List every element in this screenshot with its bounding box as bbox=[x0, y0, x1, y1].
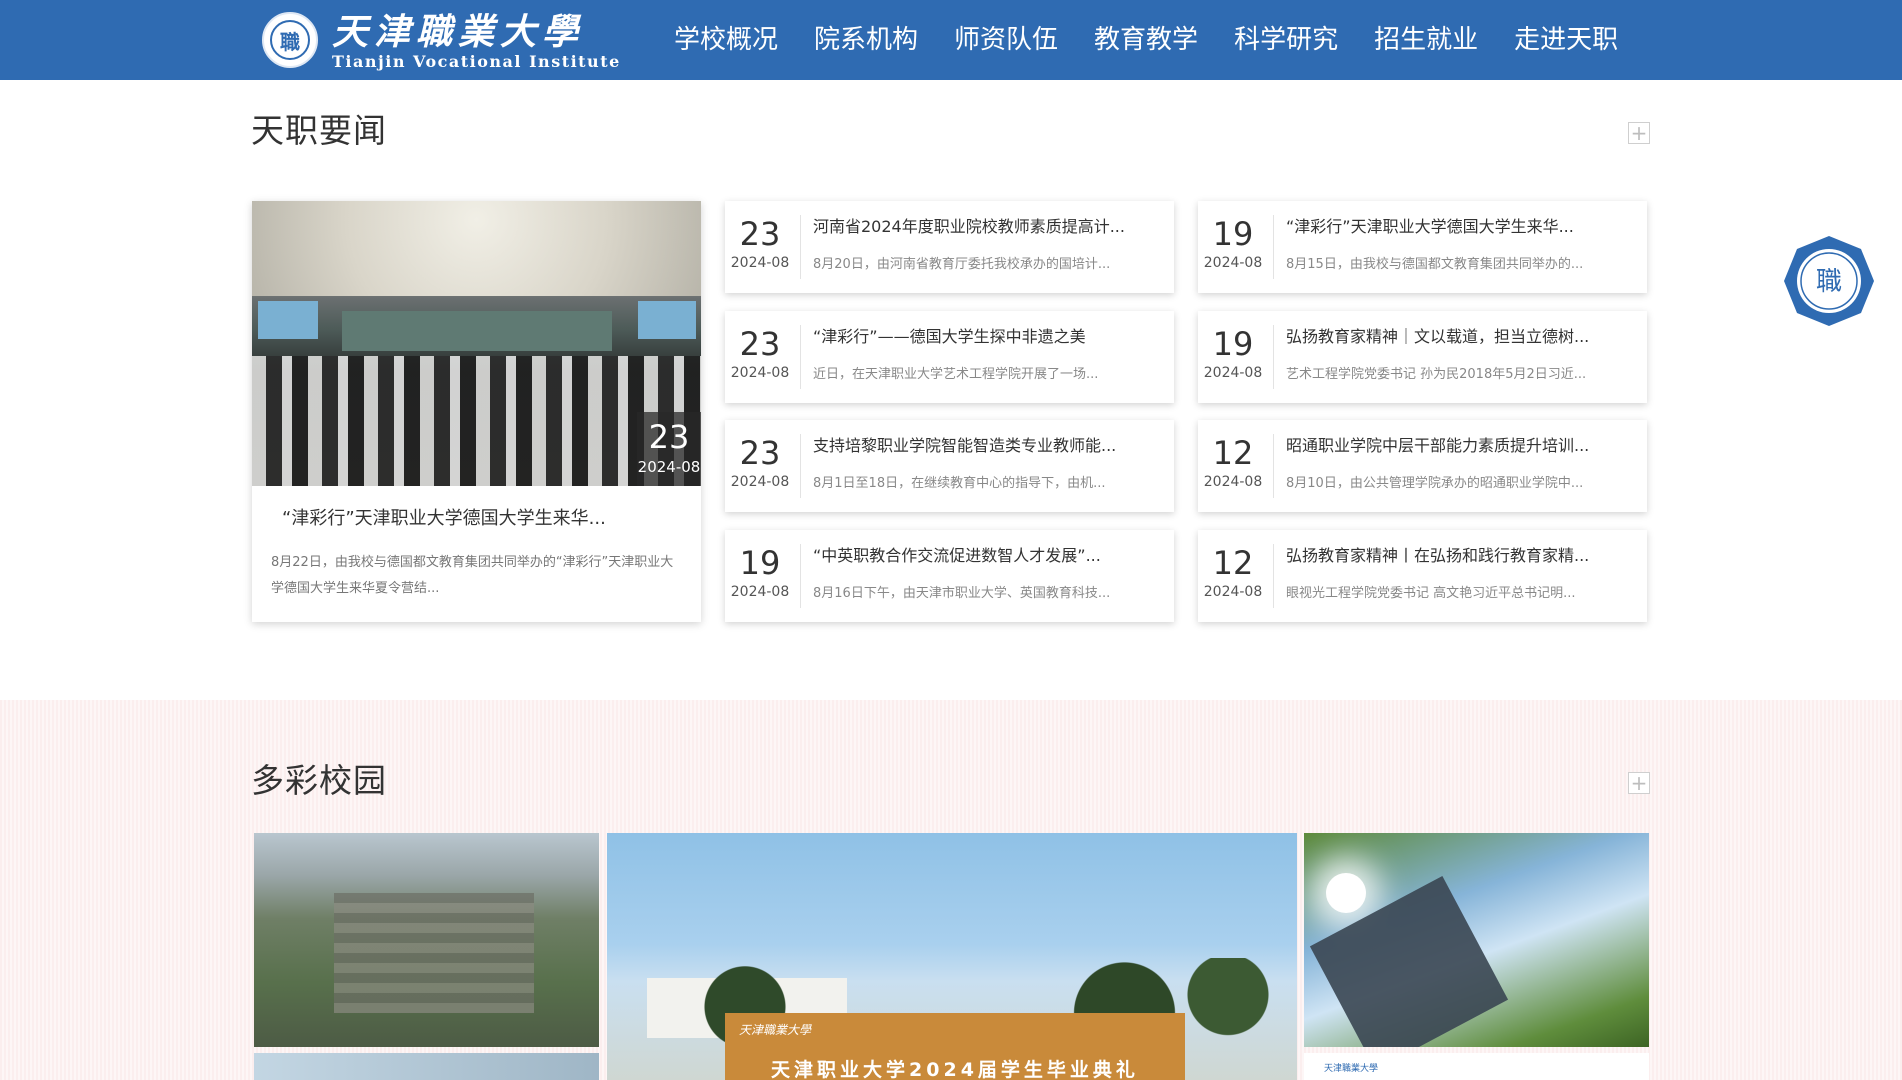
news-item[interactable]: 19 2024-08 “津彩行”天津职业大学德国大学生来华... 8月15日，由我… bbox=[1198, 201, 1647, 293]
news-more-button[interactable]: + bbox=[1628, 122, 1650, 144]
news-day: 19 bbox=[1212, 215, 1254, 253]
featured-news-summary: 8月22日，由我校与德国都文教育集团共同举办的“津彩行”天津职业大学德国大学生来… bbox=[271, 555, 674, 596]
logo-seal-icon: 職 bbox=[262, 12, 318, 68]
news-title[interactable]: 弘扬教育家精神｜文以载道，担当立德树... bbox=[1286, 323, 1636, 347]
featured-day: 23 bbox=[648, 418, 690, 456]
news-item[interactable]: 23 2024-08 “津彩行”——德国大学生探中非遗之美 近日，在天津职业大学艺… bbox=[725, 311, 1174, 403]
news-summary: 8月16日下午，由天津市职业大学、英国教育科技... bbox=[813, 586, 1111, 601]
news-day: 12 bbox=[1212, 434, 1254, 472]
news-item[interactable]: 19 2024-08 弘扬教育家精神｜文以载道，担当立德树... 艺术工程学院党委… bbox=[1198, 311, 1647, 403]
nav-item-departments[interactable]: 院系机构 bbox=[796, 0, 936, 80]
news-item[interactable]: 23 2024-08 支持培黎职业学院智能智造类专业教师能... 8月1日至18日… bbox=[725, 420, 1174, 512]
news-item[interactable]: 19 2024-08 “中英职教合作交流促进数智人才发展”... 8月16日下午，… bbox=[725, 530, 1174, 622]
logo-chinese-name: 天津職業大學 bbox=[332, 11, 585, 53]
school-seal-icon: 職 bbox=[1784, 236, 1874, 326]
featured-news-title[interactable]: “津彩行”天津职业大学德国大学生来华... bbox=[282, 504, 682, 530]
news-month: 2024-08 bbox=[730, 255, 790, 271]
site-header: 職 天津職業大學 Tianjin Vocational Institute 学校… bbox=[0, 0, 1902, 80]
news-summary: 8月10日，由公共管理学院承办的昭通职业学院中... bbox=[1286, 476, 1584, 491]
news-summary: 8月1日至18日，在继续教育中心的指导下，由机... bbox=[813, 476, 1106, 491]
news-day: 23 bbox=[739, 325, 781, 363]
logo-seal-char: 職 bbox=[270, 20, 310, 60]
graduation-banner-title: 天津职业大学2024届学生毕业典礼 bbox=[771, 1059, 1139, 1080]
news-summary: 近日，在天津职业大学艺术工程学院开展了一场... bbox=[813, 367, 1099, 382]
floating-school-badge[interactable]: 職 bbox=[1782, 234, 1876, 328]
campus-more-button[interactable]: + bbox=[1628, 772, 1650, 794]
featured-month: 2024-08 bbox=[637, 458, 701, 476]
featured-date-badge: 23 2024-08 bbox=[637, 412, 701, 486]
float-badge-char: 職 bbox=[1816, 267, 1842, 297]
news-title[interactable]: “中英职教合作交流促进数智人才发展”... bbox=[813, 542, 1163, 566]
news-month: 2024-08 bbox=[1203, 474, 1263, 490]
news-item[interactable]: 12 2024-08 弘扬教育家精神丨在弘扬和践行教育家精... 眼视光工程学院党… bbox=[1198, 530, 1647, 622]
graduation-banner: 天津職業大學 天津职业大学2024届学生毕业典礼 bbox=[725, 1013, 1185, 1080]
campus-section-title: 多彩校园 bbox=[251, 761, 387, 800]
campus-photo-flag[interactable] bbox=[1304, 833, 1649, 1047]
news-day: 19 bbox=[1212, 325, 1254, 363]
graduation-banner-script: 天津職業大學 bbox=[739, 1023, 812, 1037]
news-summary: 眼视光工程学院党委书记 高文艳习近平总书记明... bbox=[1286, 586, 1576, 601]
news-month: 2024-08 bbox=[1203, 365, 1263, 381]
logo-english-name: Tianjin Vocational Institute bbox=[332, 52, 621, 71]
news-day: 23 bbox=[739, 215, 781, 253]
campus-photo-aerial[interactable] bbox=[254, 833, 599, 1047]
nav-item-admissions[interactable]: 招生就业 bbox=[1356, 0, 1496, 80]
nav-item-explore[interactable]: 走进天职 bbox=[1496, 0, 1636, 80]
news-month: 2024-08 bbox=[1203, 584, 1263, 600]
caption-logo: 天津職業大學 bbox=[1324, 1064, 1379, 1074]
featured-news-photo: 23 2024-08 bbox=[252, 201, 701, 486]
nav-item-faculty[interactable]: 师资队伍 bbox=[936, 0, 1076, 80]
news-day: 23 bbox=[739, 434, 781, 472]
news-item[interactable]: 23 2024-08 河南省2024年度职业院校教师素质提高计... 8月20日，… bbox=[725, 201, 1174, 293]
news-section-title: 天职要闻 bbox=[251, 111, 387, 150]
news-title[interactable]: 弘扬教育家精神丨在弘扬和践行教育家精... bbox=[1286, 542, 1636, 566]
news-summary: 8月20日，由河南省教育厅委托我校承办的国培计... bbox=[813, 257, 1111, 272]
news-month: 2024-08 bbox=[1203, 255, 1263, 271]
news-month: 2024-08 bbox=[730, 584, 790, 600]
campus-photo-graduation[interactable]: 天津職業大學 天津职业大学2024届学生毕业典礼 bbox=[607, 833, 1297, 1080]
news-day: 12 bbox=[1212, 544, 1254, 582]
news-month: 2024-08 bbox=[730, 365, 790, 381]
news-day: 19 bbox=[739, 544, 781, 582]
main-nav: 学校概况 院系机构 师资队伍 教育教学 科学研究 招生就业 走进天职 bbox=[656, 0, 1636, 80]
featured-news-card[interactable]: 23 2024-08 “津彩行”天津职业大学德国大学生来华... 8月22日，由… bbox=[252, 201, 701, 622]
news-summary: 艺术工程学院党委书记 孙为民2018年5月2日习近... bbox=[1286, 367, 1587, 382]
nav-item-about[interactable]: 学校概况 bbox=[656, 0, 796, 80]
campus-photo-caption: 天津職業大學 bbox=[1304, 1053, 1649, 1080]
campus-photo-small[interactable] bbox=[254, 1053, 599, 1080]
nav-item-education[interactable]: 教育教学 bbox=[1076, 0, 1216, 80]
news-title[interactable]: 支持培黎职业学院智能智造类专业教师能... bbox=[813, 432, 1163, 456]
news-title[interactable]: “津彩行”天津职业大学德国大学生来华... bbox=[1286, 213, 1636, 237]
news-item[interactable]: 12 2024-08 昭通职业学院中层干部能力素质提升培训... 8月10日，由公… bbox=[1198, 420, 1647, 512]
news-title[interactable]: 河南省2024年度职业院校教师素质提高计... bbox=[813, 213, 1163, 237]
news-month: 2024-08 bbox=[730, 474, 790, 490]
site-logo[interactable]: 職 天津職業大學 Tianjin Vocational Institute bbox=[262, 10, 619, 72]
news-title[interactable]: 昭通职业学院中层干部能力素质提升培训... bbox=[1286, 432, 1636, 456]
news-summary: 8月15日，由我校与德国都文教育集团共同举办的... bbox=[1286, 257, 1584, 272]
nav-item-research[interactable]: 科学研究 bbox=[1216, 0, 1356, 80]
news-title[interactable]: “津彩行”——德国大学生探中非遗之美 bbox=[813, 323, 1163, 347]
